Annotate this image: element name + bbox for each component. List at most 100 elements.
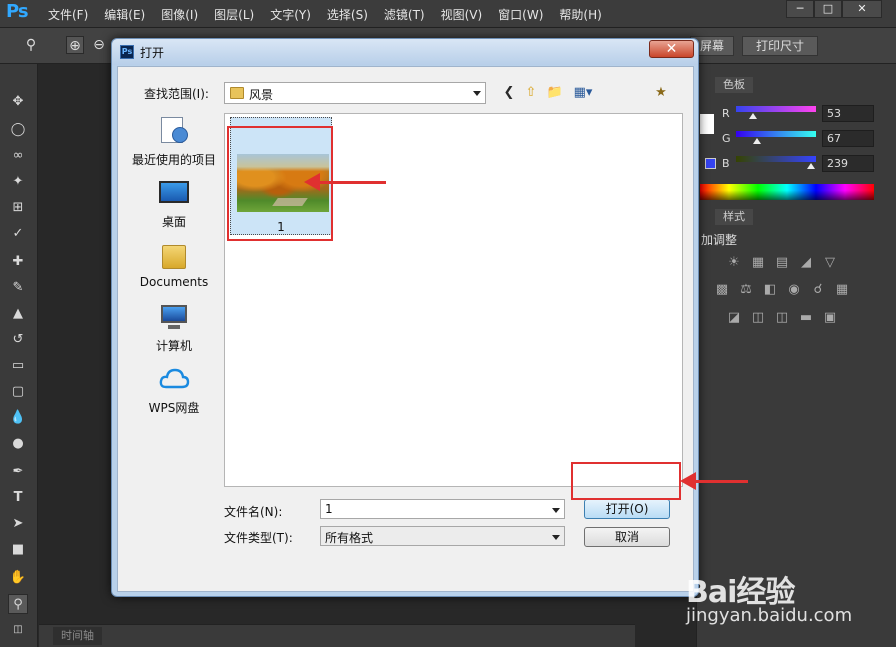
green-slider-thumb[interactable] <box>752 138 761 144</box>
minimize-button[interactable]: ─ <box>786 0 814 18</box>
curves-adjust-icon[interactable]: ▤ <box>774 256 790 270</box>
hand-tool-icon[interactable]: ✋ <box>8 568 28 588</box>
channel-mixer-adjust-icon[interactable]: ☌ <box>810 283 826 297</box>
shape-tool-icon[interactable]: ■ <box>8 540 28 560</box>
brightness-adjust-icon[interactable]: ☀ <box>726 256 742 270</box>
gradient-tool-icon[interactable]: ▢ <box>8 382 28 402</box>
dialog-title-bar[interactable]: Ps 打开 ✕ <box>112 39 698 65</box>
recent-items-icon <box>158 117 190 147</box>
menu-file[interactable]: 文件(F) <box>40 6 96 23</box>
maximize-button[interactable]: □ <box>814 0 842 18</box>
color-swatches-icon[interactable]: ◫ <box>8 620 28 640</box>
filetype-label: 文件类型(T): <box>224 531 293 545</box>
eraser-tool-icon[interactable]: ▭ <box>8 356 28 376</box>
file-pointer-arrowhead <box>304 173 320 191</box>
brush-tool-icon[interactable]: ✎ <box>8 278 28 298</box>
invert-adjust-icon[interactable]: ◪ <box>726 311 742 325</box>
menu-help[interactable]: 帮助(H) <box>551 6 609 23</box>
pen-tool-icon[interactable]: ✒ <box>8 462 28 482</box>
menu-edit[interactable]: 编辑(E) <box>96 6 153 23</box>
magic-wand-tool-icon[interactable]: ✦ <box>8 172 28 192</box>
black-white-adjust-icon[interactable]: ◧ <box>762 283 778 297</box>
color-lookup-adjust-icon[interactable]: ▦ <box>834 283 850 297</box>
posterize-adjust-icon[interactable]: ◫ <box>750 311 766 325</box>
filename-input[interactable]: 1 <box>320 499 565 519</box>
green-value-field[interactable]: 67 <box>822 130 874 147</box>
place-wps-cloud[interactable]: WPS网盘 <box>130 365 218 416</box>
open-pointer-arrowhead <box>680 472 696 490</box>
threshold-adjust-icon[interactable]: ◫ <box>774 311 790 325</box>
menu-type[interactable]: 文字(Y) <box>262 6 319 23</box>
close-app-button[interactable]: ✕ <box>842 0 882 18</box>
up-folder-icon[interactable]: ⇧ <box>522 84 540 102</box>
cancel-button[interactable]: 取消 <box>584 527 670 547</box>
menu-window[interactable]: 窗口(W) <box>490 6 551 23</box>
menu-layer[interactable]: 图层(L) <box>206 6 262 23</box>
baidu-jingyan-watermark: Bai经验 jingyan.baidu.com <box>686 545 896 645</box>
type-tool-icon[interactable]: T <box>8 488 28 508</box>
back-button-icon[interactable]: ❮ <box>500 84 518 102</box>
lookin-value: 风景 <box>249 88 274 102</box>
print-size-button[interactable]: 打印尺寸 <box>742 36 818 56</box>
chevron-down-icon[interactable] <box>552 508 560 513</box>
blue-slider-track[interactable] <box>736 156 816 162</box>
marquee-tool-icon[interactable]: ◯ <box>8 120 28 140</box>
green-slider-track[interactable] <box>736 131 816 137</box>
lookin-dropdown[interactable]: 风景 <box>224 82 486 104</box>
place-documents[interactable]: Documents <box>130 241 218 289</box>
photo-filter-adjust-icon[interactable]: ◉ <box>786 283 802 297</box>
place-label-desktop: 桌面 <box>161 215 186 229</box>
selective-color-adjust-icon[interactable]: ▣ <box>822 311 838 325</box>
zoom-tool-icon[interactable]: ⚲ <box>8 594 28 614</box>
red-slider-thumb[interactable] <box>748 113 757 119</box>
place-computer[interactable]: 计算机 <box>130 303 218 354</box>
lasso-tool-icon[interactable]: ∞ <box>8 146 28 166</box>
view-menu-icon[interactable]: ▦▾ <box>570 84 596 102</box>
timeline-panel: 时间轴 <box>39 624 635 647</box>
red-slider-track[interactable] <box>736 106 816 112</box>
path-selection-tool-icon[interactable]: ➤ <box>8 514 28 534</box>
menu-select[interactable]: 选择(S) <box>319 6 376 23</box>
favorite-folder-icon[interactable]: ★ <box>652 84 670 102</box>
menu-filter[interactable]: 滤镜(T) <box>376 6 433 23</box>
vibrance-adjust-icon[interactable]: ▽ <box>822 256 838 270</box>
swatches-tab[interactable]: 色板 <box>715 77 753 93</box>
color-balance-adjust-icon[interactable]: ⚖ <box>738 283 754 297</box>
new-folder-icon[interactable]: 📁 <box>546 84 564 102</box>
background-color-swatch[interactable] <box>705 158 716 169</box>
foreground-color-swatch[interactable] <box>700 114 714 134</box>
file-pointer-arrow <box>318 181 386 184</box>
chevron-down-icon <box>552 535 560 540</box>
color-spectrum-bar[interactable] <box>700 184 874 200</box>
hue-saturation-adjust-icon[interactable]: ▩ <box>714 283 730 297</box>
zoom-in-icon[interactable]: ⊕ <box>66 36 84 54</box>
places-bar: 最近使用的项目 桌面 Documents 计算机 WPS网盘 <box>130 113 218 533</box>
styles-tab[interactable]: 样式 <box>715 209 753 225</box>
exposure-adjust-icon[interactable]: ◢ <box>798 256 814 270</box>
open-button[interactable]: 打开(O) <box>584 499 670 519</box>
timeline-tab[interactable]: 时间轴 <box>53 627 102 645</box>
history-brush-tool-icon[interactable]: ↺ <box>8 330 28 350</box>
crop-tool-icon[interactable]: ⊞ <box>8 198 28 218</box>
blue-slider-thumb[interactable] <box>807 163 816 169</box>
place-desktop[interactable]: 桌面 <box>130 179 218 230</box>
filetype-select[interactable]: 所有格式 <box>320 526 565 546</box>
photoshop-app-icon: Ps <box>120 45 134 59</box>
dialog-close-button[interactable]: ✕ <box>649 40 694 58</box>
zoom-out-icon[interactable]: ⊖ <box>90 36 108 54</box>
green-channel-label: G <box>722 132 731 145</box>
dodge-tool-icon[interactable]: ● <box>8 434 28 454</box>
levels-adjust-icon[interactable]: ▦ <box>750 256 766 270</box>
gradient-map-adjust-icon[interactable]: ▬ <box>798 311 814 325</box>
menu-image[interactable]: 图像(I) <box>153 6 206 23</box>
move-tool-icon[interactable]: ✥ <box>8 92 28 112</box>
menu-view[interactable]: 视图(V) <box>433 6 491 23</box>
blue-value-field[interactable]: 239 <box>822 155 874 172</box>
blur-tool-icon[interactable]: 💧 <box>8 408 28 428</box>
place-recent-items[interactable]: 最近使用的项目 <box>130 117 218 168</box>
eyedropper-tool-icon[interactable]: ✓ <box>8 224 28 244</box>
red-value-field[interactable]: 53 <box>822 105 874 122</box>
filetype-value: 所有格式 <box>325 531 374 545</box>
healing-brush-tool-icon[interactable]: ✚ <box>8 252 28 272</box>
clone-stamp-tool-icon[interactable]: ▲ <box>8 304 28 324</box>
